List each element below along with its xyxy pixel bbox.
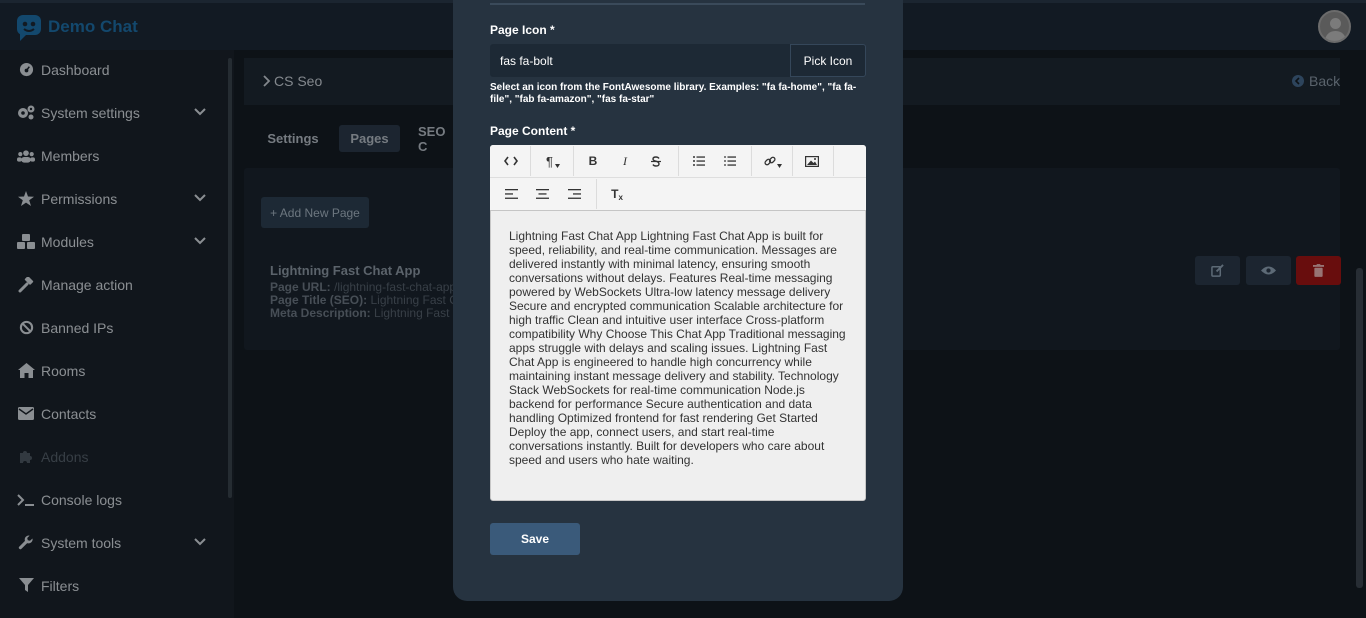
bold-button[interactable]: B bbox=[582, 146, 604, 176]
numbered-list-button[interactable] bbox=[719, 146, 741, 176]
strikethrough-button[interactable] bbox=[645, 146, 667, 176]
align-center-button[interactable] bbox=[531, 179, 553, 209]
clear-format-button[interactable]: T x bbox=[606, 179, 628, 209]
code-view-button[interactable] bbox=[497, 146, 525, 176]
italic-button[interactable]: I bbox=[614, 146, 636, 176]
page-icon-help-text: Select an icon from the FontAwesome libr… bbox=[490, 82, 857, 105]
align-right-icon bbox=[567, 189, 581, 199]
bold-icon: B bbox=[588, 154, 598, 168]
clear-format-x: x bbox=[618, 192, 623, 202]
paragraph-icon: ¶ bbox=[546, 153, 553, 169]
align-left-button[interactable] bbox=[500, 179, 522, 209]
align-left-icon bbox=[504, 189, 518, 199]
code-view-icon bbox=[504, 156, 518, 166]
image-button[interactable] bbox=[800, 146, 824, 176]
page-icon-label: Page Icon * bbox=[490, 23, 555, 37]
toolbar-row-divider bbox=[490, 177, 866, 178]
editor-content[interactable]: Lightning Fast Chat App Lightning Fast C… bbox=[509, 229, 851, 467]
pick-icon-button[interactable]: Pick Icon bbox=[790, 44, 866, 77]
toolbar-separator bbox=[573, 146, 574, 176]
caret-down-icon bbox=[554, 164, 560, 168]
link-icon bbox=[764, 156, 776, 166]
page-icon-input[interactable] bbox=[490, 44, 790, 77]
bullet-list-icon bbox=[693, 156, 705, 166]
link-button[interactable] bbox=[758, 146, 788, 176]
align-center-icon bbox=[535, 189, 549, 199]
align-right-button[interactable] bbox=[563, 179, 585, 209]
toolbar-separator bbox=[792, 146, 793, 176]
numbered-list-icon bbox=[724, 156, 736, 166]
toolbar-separator bbox=[530, 146, 531, 176]
paragraph-button[interactable]: ¶ bbox=[538, 146, 568, 176]
caret-down-icon bbox=[777, 164, 782, 168]
toolbar-separator bbox=[596, 179, 597, 209]
bullet-list-button[interactable] bbox=[688, 146, 710, 176]
clear-format-icon: T bbox=[611, 187, 619, 201]
modal-divider bbox=[490, 3, 865, 5]
toolbar-separator bbox=[751, 146, 752, 176]
save-button[interactable]: Save bbox=[490, 523, 580, 555]
image-icon bbox=[805, 155, 819, 167]
strikethrough-icon bbox=[651, 155, 661, 167]
italic-icon: I bbox=[623, 153, 627, 168]
toolbar-separator bbox=[833, 146, 834, 176]
page-content-label: Page Content * bbox=[490, 124, 576, 138]
toolbar-separator bbox=[678, 146, 679, 176]
